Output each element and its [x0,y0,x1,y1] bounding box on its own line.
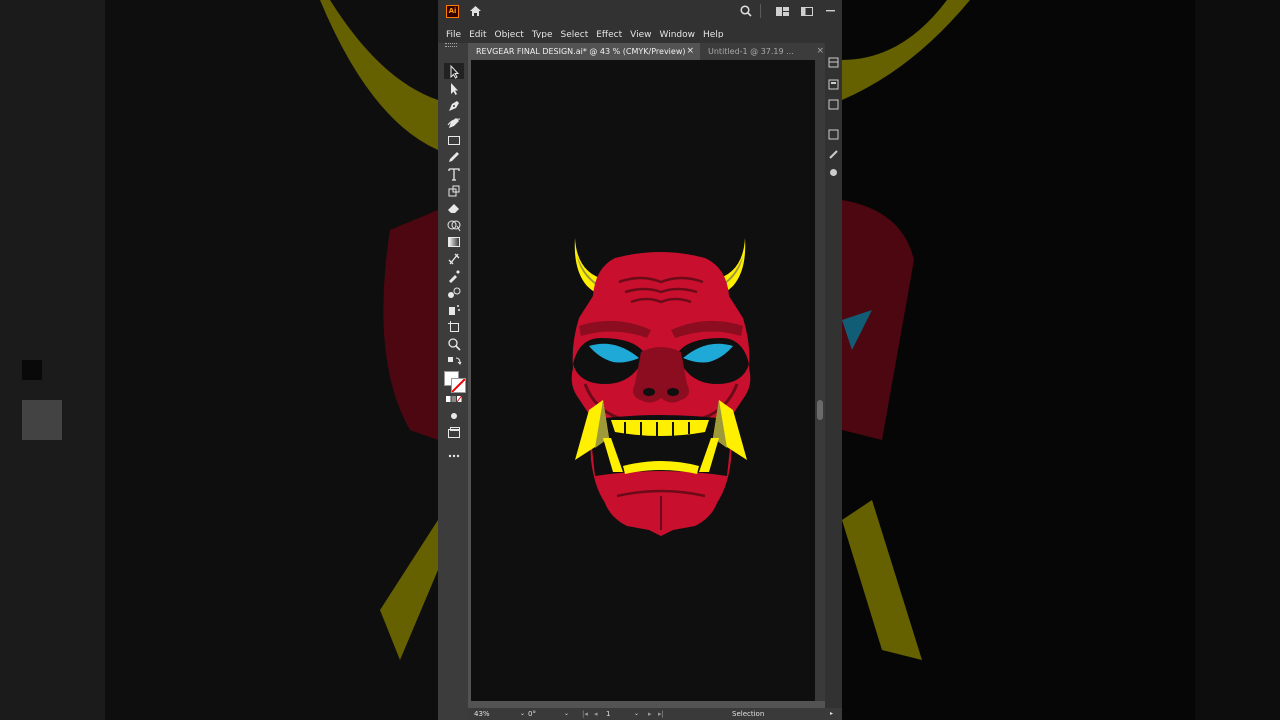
tools-panel [438,43,468,720]
zoom-dropdown-icon[interactable]: ⌄ [520,708,525,720]
oni-mask-artwork[interactable] [555,234,767,536]
layers-panel-icon[interactable] [828,79,839,90]
tab-label: Untitled-1 @ 37.19 ... [708,47,794,56]
document-tabs: REVGEAR FINAL DESIGN.ai* @ 43 % (CMYK/Pr… [468,43,842,60]
scrollbar-thumb[interactable] [817,400,823,420]
tab-revgear-final-design[interactable]: REVGEAR FINAL DESIGN.ai* @ 43 % (CMYK/Pr… [468,43,700,60]
mesh-tool-icon[interactable] [446,251,462,267]
artboard-canvas[interactable] [471,60,815,701]
search-icon[interactable] [740,5,752,17]
tab-close-icon[interactable]: × [816,43,824,60]
first-artboard-icon[interactable]: |◂ [582,708,588,720]
background-dim [842,0,1280,720]
workspace-icon[interactable] [801,7,813,16]
pen-tool-icon[interactable] [446,98,462,114]
gradient-tool-icon[interactable] [446,234,462,250]
application-bar: Ai [438,0,842,22]
eyedropper-tool-icon[interactable] [446,268,462,284]
eraser-tool-icon[interactable] [446,200,462,216]
screen-mode-icon[interactable] [446,425,462,441]
libraries-panel-icon[interactable] [828,99,839,110]
zoom-tool-icon[interactable] [446,336,462,352]
pencil-tool-icon[interactable] [446,149,462,165]
selection-tool-icon[interactable] [446,64,462,80]
arrange-documents-icon[interactable] [776,7,789,16]
type-tool-icon[interactable] [446,166,462,182]
status-menu-icon[interactable]: ▸ [830,708,833,720]
brushes-panel-icon[interactable] [828,149,839,160]
swap-fill-stroke-icon[interactable] [446,354,462,370]
stroke-swatch-none[interactable] [451,378,466,393]
fill-stroke-icon[interactable] [444,371,466,393]
current-tool-label: Selection [732,710,765,718]
rotate-view-value[interactable]: 0° [528,708,536,720]
app-logo: Ai [446,5,459,18]
artboard-dropdown-icon[interactable]: ⌄ [634,708,639,720]
curvature-tool-icon[interactable] [446,115,462,131]
docked-panels [825,43,842,720]
tab-close-icon[interactable]: × [686,43,694,60]
tab-label: REVGEAR FINAL DESIGN.ai* @ 43 % (CMYK/Pr… [476,47,686,56]
divider [760,4,761,18]
minimize-icon[interactable] [826,10,835,12]
rotate-dropdown-icon[interactable]: ⌄ [564,708,569,720]
background-right-blur [842,0,1280,720]
background-left-blur [0,0,438,720]
artboard-number[interactable]: 1 [606,708,610,720]
background-dim [0,0,438,720]
status-bar: 43% ⌄ 0° ⌄ |◂ ◂ 1 ⌄ ▸ ▸| Selection ▸ [468,708,842,720]
artboard-tool-icon[interactable] [446,319,462,335]
zoom-level[interactable]: 43% [474,708,490,720]
direct-selection-tool-icon[interactable] [446,81,462,97]
blend-tool-icon[interactable] [446,285,462,301]
illustrator-window: Ai File Edit Object Type Select Effect View Win… [438,0,842,720]
more-tools-icon[interactable] [446,448,462,464]
properties-panel-icon[interactable] [828,57,839,68]
color-mode-icon[interactable] [446,395,462,405]
rotate-tool-icon[interactable] [446,183,462,199]
tab-untitled-1[interactable]: Untitled-1 @ 37.19 ... × [700,43,830,60]
shape-builder-tool-icon[interactable] [446,217,462,233]
swatches-panel-icon[interactable] [828,129,839,140]
symbol-sprayer-icon[interactable] [446,302,462,318]
previous-artboard-icon[interactable]: ◂ [594,708,598,720]
rectangle-tool-icon[interactable] [446,132,462,148]
vertical-scrollbar[interactable] [815,60,825,701]
draw-mode-icon[interactable] [446,408,462,424]
symbols-panel-icon[interactable] [828,167,839,178]
menu-bar: File Edit Object Type Select Effect View Window… [438,22,842,40]
home-icon[interactable] [469,5,482,17]
next-artboard-icon[interactable]: ▸ [648,708,652,720]
toolbar-grip[interactable] [445,43,457,47]
last-artboard-icon[interactable]: ▸| [658,708,664,720]
